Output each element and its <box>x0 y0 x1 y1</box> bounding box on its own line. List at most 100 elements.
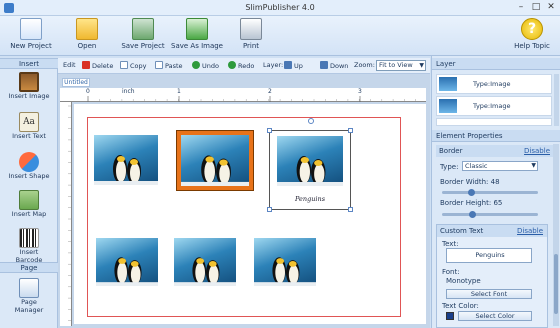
delete-icon <box>82 61 90 69</box>
image-icon <box>19 72 39 92</box>
print-button[interactable]: Print <box>228 18 274 54</box>
penguin-illustration <box>254 257 316 286</box>
penguin-illustration <box>94 155 158 185</box>
layer-up-button[interactable]: Up <box>284 61 303 70</box>
chevron-down-icon: ▼ <box>531 162 536 169</box>
maximize-icon[interactable]: □ <box>530 2 542 13</box>
ruler-number: 3 <box>358 88 362 95</box>
open-button[interactable]: Open <box>64 18 110 54</box>
down-arrow-icon <box>320 61 328 69</box>
select-font-button[interactable]: Select Font <box>446 289 532 299</box>
selected-penguin-image[interactable]: Penguins <box>269 130 351 210</box>
save-project-icon <box>132 18 154 40</box>
title-bar: SlimPublisher 4.0 – □ ✕ <box>0 0 560 16</box>
layer-down-button[interactable]: Down <box>320 61 348 70</box>
page-manager-icon <box>19 278 39 298</box>
printer-icon <box>240 18 262 40</box>
zoom-label: Zoom: <box>354 61 375 69</box>
border-height-thumb[interactable] <box>469 211 476 218</box>
element-properties-header: Element Properties <box>432 130 560 142</box>
custom-text-disable-link[interactable]: Disable <box>517 225 543 237</box>
penguin-image[interactable] <box>96 238 158 286</box>
delete-button[interactable]: Delete <box>82 61 113 70</box>
layer-header: Layer <box>432 58 560 70</box>
copy-icon <box>120 61 128 69</box>
app-window: SlimPublisher 4.0 – □ ✕ New Project Open… <box>0 0 560 328</box>
border-height-value: 65 <box>493 199 503 207</box>
save-project-button[interactable]: Save Project <box>120 18 166 54</box>
close-icon[interactable]: ✕ <box>545 2 557 13</box>
border-width-thumb[interactable] <box>468 189 475 196</box>
scrollbar-thumb[interactable] <box>554 254 558 314</box>
border-width-slider[interactable] <box>442 191 538 194</box>
penguin-illustration <box>277 156 343 186</box>
main-ribbon: New Project Open Save Project Save As Im… <box>0 16 560 56</box>
border-height-slider[interactable] <box>442 213 538 216</box>
border-type-select[interactable]: Classic ▼ <box>462 161 538 171</box>
custom-text-input[interactable]: Penguins <box>446 248 532 263</box>
color-swatch[interactable] <box>446 312 454 320</box>
layer-thumbnail-icon <box>439 99 457 113</box>
resize-handle[interactable] <box>348 207 353 212</box>
copy-button[interactable]: Copy <box>120 61 147 70</box>
save-image-icon <box>186 18 208 40</box>
penguin-image[interactable] <box>174 238 236 286</box>
minimize-icon[interactable]: – <box>515 2 527 13</box>
window-title: SlimPublisher 4.0 <box>245 3 315 12</box>
layer-item[interactable]: Type:Image <box>436 96 552 116</box>
save-as-image-button[interactable]: Save As Image <box>170 18 224 54</box>
vertical-ruler-ticks <box>68 105 72 321</box>
insert-image-button[interactable]: Insert Image <box>6 72 52 110</box>
resize-handle[interactable] <box>267 207 272 212</box>
custom-text-header: Custom Text Disable <box>437 225 547 237</box>
ruler-number: 0 <box>86 88 90 95</box>
new-project-button[interactable]: New Project <box>8 18 54 54</box>
edit-toolbar: Edit Delete Copy Paste Undo Redo Layer: … <box>58 58 430 74</box>
insert-shape-button[interactable]: Insert Shape <box>6 152 52 190</box>
rotate-handle[interactable] <box>308 118 314 124</box>
horizontal-ruler: 0 1 2 3 inch <box>60 88 426 102</box>
penguin-image[interactable] <box>94 135 158 185</box>
redo-button[interactable]: Redo <box>228 61 254 70</box>
layer-item[interactable]: Type:Image <box>436 74 552 94</box>
document-tab[interactable]: Untitled <box>62 78 90 87</box>
new-project-icon <box>20 18 42 40</box>
penguin-image[interactable] <box>254 238 316 286</box>
ruler-number: 1 <box>177 88 181 95</box>
penguin-image <box>277 136 343 186</box>
layer-item[interactable] <box>436 118 552 126</box>
border-disable-link[interactable]: Disable <box>524 145 550 157</box>
penguin-illustration <box>174 257 236 286</box>
resize-handle[interactable] <box>267 128 272 133</box>
text-icon: Aa <box>19 112 39 132</box>
paste-button[interactable]: Paste <box>155 61 183 70</box>
layer-scrollbar[interactable] <box>554 74 559 126</box>
insert-text-button[interactable]: Aa Insert Text <box>6 112 52 150</box>
penguin-image <box>181 135 249 186</box>
page-manager-button[interactable]: Page Manager <box>6 278 52 316</box>
insert-header: Insert <box>0 58 58 69</box>
layer-thumbnail-icon <box>439 77 457 91</box>
insert-map-button[interactable]: Insert Map <box>6 190 52 228</box>
ruler-ticks <box>87 96 416 102</box>
penguin-illustration <box>181 155 249 186</box>
select-color-button[interactable]: Select Color <box>458 311 532 321</box>
border-section-header: Border Disable <box>436 145 554 157</box>
layer-label: Layer: <box>263 61 284 69</box>
zoom-select[interactable]: Fit to View ▼ <box>376 60 426 71</box>
edit-label: Edit <box>63 61 76 69</box>
framed-penguin-image[interactable] <box>176 130 254 191</box>
undo-button[interactable]: Undo <box>192 61 219 70</box>
insert-barcode-button[interactable]: Insert Barcode <box>6 228 52 266</box>
shape-icon <box>19 152 39 172</box>
ruler-unit: inch <box>122 88 135 95</box>
resize-handle[interactable] <box>348 128 353 133</box>
redo-icon <box>228 61 236 69</box>
properties-panel: Layer Type:Image Type:Image Element Prop… <box>431 56 560 328</box>
insert-panel: Insert Insert Image Aa Insert Text Inser… <box>0 58 58 328</box>
map-icon <box>19 190 39 210</box>
help-topic-button[interactable]: ? Help Topic <box>508 18 556 54</box>
properties-scrollbar[interactable] <box>553 144 559 326</box>
undo-icon <box>192 61 200 69</box>
vertical-ruler <box>60 102 72 326</box>
